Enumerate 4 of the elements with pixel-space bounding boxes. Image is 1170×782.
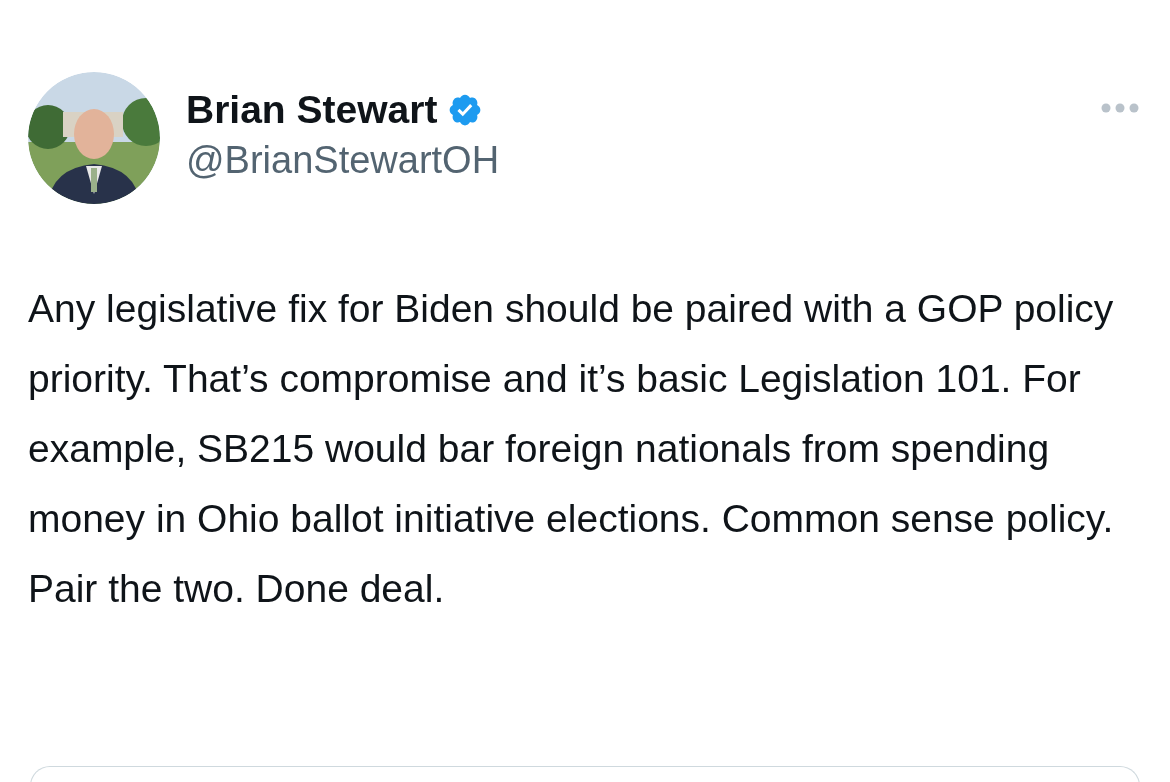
more-options-icon[interactable]	[1100, 102, 1140, 114]
tweet-text: Any legislative fix for Biden should be paired with a GOP policy priority. That’s compromise and it’s basic Legislation 101. For example, SB215 would bar foreign nationals from spending money in Ohio ballot initiative elections. Common sense policy. Pair the two. Done deal.	[27, 286, 1115, 612]
author-name[interactable]: Brian Stewart	[186, 85, 438, 135]
author-handle[interactable]: @BrianStewartOH	[186, 136, 500, 185]
